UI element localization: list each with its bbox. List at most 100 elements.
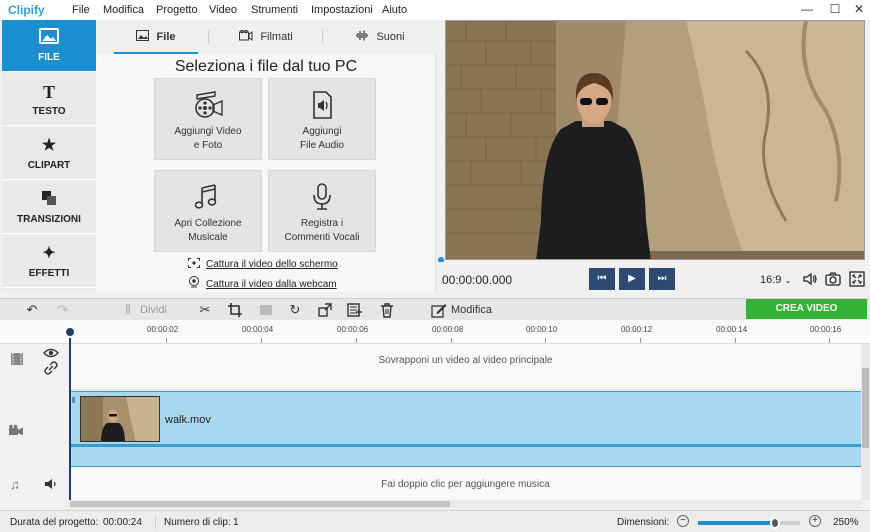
microphone-icon — [307, 183, 337, 211]
zoom-slider-fill — [698, 521, 776, 525]
speaker-icon[interactable] — [44, 478, 58, 490]
ruler-tick: 00:00:04 — [242, 325, 274, 334]
maximize-button[interactable]: ☐ — [825, 2, 845, 16]
clip-properties-icon[interactable] — [258, 302, 274, 318]
music-track[interactable]: Fai doppio clic per aggiungere musica — [70, 468, 861, 500]
tab-filmati[interactable]: Filmati — [216, 20, 316, 54]
sidebar-item-clipart[interactable]: ★ CLIPART — [2, 128, 96, 180]
sidebar-item-label: FILE — [38, 52, 60, 63]
camera-icon[interactable] — [825, 271, 841, 287]
create-video-button[interactable]: CREA VIDEO — [746, 299, 867, 319]
horizontal-scrollbar[interactable] — [70, 500, 861, 508]
scissors-icon[interactable]: ✂ — [197, 302, 213, 318]
play-button[interactable]: ▶ — [619, 268, 645, 290]
file-panel: File Filmati Suoni Seleziona i file dal … — [96, 20, 436, 292]
ruler-mark — [261, 338, 262, 343]
minimize-button[interactable]: — — [797, 2, 817, 16]
app-logo: Clipify — [8, 3, 45, 17]
resize-icon[interactable] — [317, 302, 333, 318]
music-hint: Fai doppio clic per aggiungere musica — [381, 479, 550, 490]
card-label-line1: Registra i — [300, 218, 344, 229]
split-button[interactable]: Dividi — [140, 304, 167, 316]
overlay-track[interactable]: Sovrapponi un video al video principale — [70, 344, 861, 390]
duration-value: 00:00:24 — [103, 517, 142, 528]
tab-divider — [208, 30, 209, 44]
capture-webcam-link[interactable]: Cattura il video dalla webcam — [188, 276, 337, 290]
playhead-knob[interactable] — [64, 326, 76, 338]
link-label: Cattura il video dello schermo — [206, 259, 338, 270]
ruler-mark — [545, 338, 546, 343]
tab-divider — [322, 30, 323, 44]
menu-progetto[interactable]: Progetto — [156, 4, 198, 16]
scrollbar-thumb[interactable] — [70, 501, 450, 507]
main-video-track[interactable]: ⦀ walk.mov — [70, 391, 861, 467]
zoom-slider[interactable] — [698, 517, 800, 529]
zoom-out-icon[interactable]: − — [677, 515, 689, 527]
menu-file[interactable]: File — [72, 4, 90, 16]
ruler-tick: 00:00:02 — [147, 325, 179, 334]
sidebar-item-file[interactable]: FILE — [2, 20, 96, 72]
tab-underline — [114, 52, 198, 54]
menu-strumenti[interactable]: Strumenti — [251, 4, 298, 16]
fullscreen-icon[interactable] — [849, 271, 865, 287]
aspect-ratio-select[interactable]: 16:9 ⌄ — [760, 274, 791, 286]
edit-button[interactable]: Modifica — [451, 304, 492, 316]
add-clip-icon[interactable] — [347, 302, 363, 318]
sidebar-item-testo[interactable]: T TESTO — [2, 74, 96, 126]
redo-icon[interactable]: ↷ — [55, 302, 71, 318]
video-preview[interactable] — [445, 20, 865, 260]
close-button[interactable]: ✕ — [849, 2, 869, 16]
clip-thumbnail[interactable] — [80, 396, 160, 442]
record-voice-button[interactable]: Registra i Commenti Vocali — [268, 170, 376, 252]
duration-label: Durata del progetto: — [10, 517, 99, 528]
ruler-mark — [640, 338, 641, 343]
tab-suoni[interactable]: Suoni — [330, 20, 430, 54]
panel-title: Seleziona i file dal tuo PC — [174, 58, 358, 75]
undo-icon[interactable]: ↶ — [24, 302, 40, 318]
card-label-line2: e Foto — [193, 140, 223, 151]
menu-video[interactable]: Video — [209, 4, 237, 16]
zoom-label: Dimensioni: — [617, 517, 670, 528]
overlay-hint: Sovrapponi un video al video principale — [378, 355, 553, 366]
add-audio-file-button[interactable]: Aggiungi File Audio — [268, 78, 376, 160]
sidebar-item-label: CLIPART — [27, 160, 71, 171]
ruler-mark — [166, 338, 167, 343]
capture-screen-link[interactable]: Cattura il video dello schermo — [188, 258, 338, 270]
timeline-ruler[interactable]: 00:00:02 00:00:04 00:00:06 00:00:08 00:0… — [0, 320, 870, 344]
vertical-scrollbar[interactable] — [861, 344, 870, 500]
menu-aiuto[interactable]: Aiuto — [382, 4, 407, 16]
clip-handle-icon[interactable]: ⦀ — [72, 396, 76, 406]
menu-modifica[interactable]: Modifica — [103, 4, 144, 16]
previous-button[interactable]: ⏮ — [589, 268, 615, 290]
ruler-mark — [735, 338, 736, 343]
menu-impostazioni[interactable]: Impostazioni — [311, 4, 373, 16]
magic-wand-icon: ✦ — [42, 245, 56, 262]
add-video-photo-button[interactable]: Aggiungi Video e Foto — [154, 78, 262, 160]
crop-icon[interactable] — [227, 302, 243, 318]
rotate-icon[interactable]: ↻ — [287, 302, 303, 318]
film-icon — [239, 29, 260, 43]
volume-icon[interactable] — [802, 271, 818, 287]
status-bar: Durata del progetto: 00:00:24 Numero di … — [0, 510, 870, 532]
sidebar-item-transizioni[interactable]: TRANSIZIONI — [2, 182, 96, 234]
playhead-line[interactable] — [69, 328, 71, 500]
image-icon — [2, 28, 96, 48]
scrollbar-thumb[interactable] — [862, 368, 869, 448]
status-divider — [155, 515, 156, 529]
tab-file[interactable]: File — [106, 20, 206, 54]
video-frame-image — [446, 21, 864, 259]
sidebar-item-label: TRANSIZIONI — [17, 214, 81, 225]
link-label: Cattura il video dalla webcam — [206, 279, 337, 290]
next-button[interactable]: ⏭ — [649, 268, 675, 290]
link-icon[interactable] — [44, 361, 58, 375]
sidebar: FILE T TESTO ★ CLIPART TRANSIZIONI ✦ EFF… — [2, 20, 96, 292]
open-music-collection-button[interactable]: Apri Collezione Musicale — [154, 170, 262, 252]
zoom-slider-knob[interactable] — [769, 517, 780, 529]
zoom-in-icon[interactable]: + — [809, 515, 821, 527]
eye-icon[interactable] — [43, 348, 59, 358]
image-icon — [136, 30, 156, 43]
split-icon[interactable]: ⫴ — [120, 302, 136, 318]
edit-pencil-icon[interactable] — [431, 302, 447, 318]
sidebar-item-effetti[interactable]: ✦ EFFETTI — [2, 236, 96, 288]
trash-icon[interactable] — [379, 302, 395, 318]
